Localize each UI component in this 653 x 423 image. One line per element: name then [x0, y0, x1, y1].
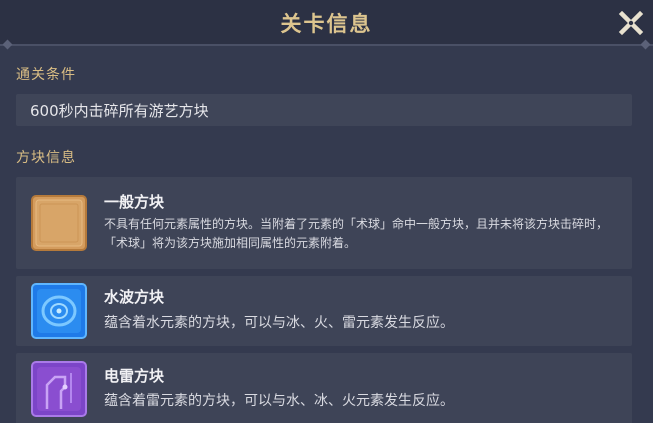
clear-condition-label: 通关条件 [16, 67, 76, 83]
panel-header: 关卡信息 [0, 0, 653, 44]
block-card-electro: 电雷方块 蕴含着雷元素的方块，可以与水、冰、火元素发生反应。 [16, 353, 632, 423]
panel-title: 关卡信息 [280, 12, 373, 36]
clear-condition-box: 600秒内击碎所有游艺方块 [16, 94, 632, 126]
block-name: 水波方块 [104, 288, 165, 306]
block-description: 蕴含着雷元素的方块，可以与水、冰、火元素发生反应。 [104, 393, 454, 409]
header-divider [0, 44, 653, 46]
block-name: 电雷方块 [104, 367, 165, 385]
block-card-ordinary: 一般方块 不具有任何元素属性的方块。当附着了元素的「术球」命中一般方块，且并未将… [16, 177, 632, 269]
block-description: 蕴含着水元素的方块，可以与冰、火、雷元素发生反应。 [104, 315, 454, 331]
block-name: 一般方块 [104, 193, 165, 211]
clear-condition-text: 600秒内击碎所有游艺方块 [30, 102, 209, 120]
close-button[interactable] [617, 9, 645, 37]
block-description: 不具有任何元素属性的方块。当附着了元素的「术球」命中一般方块，且并未将该方块击碎… [104, 217, 609, 250]
level-info-panel: 关卡信息 通关条件 600秒内击碎所有游艺方块 方块信息 一般方块 不具有任何元… [0, 0, 653, 423]
block-card-hydro: 水波方块 蕴含着水元素的方块，可以与冰、火、雷元素发生反应。 [16, 276, 632, 346]
electro-block-icon [31, 361, 87, 417]
block-info-label: 方块信息 [16, 150, 76, 166]
hydro-block-icon [31, 283, 87, 339]
close-icon [618, 10, 644, 36]
ordinary-block-icon [31, 195, 87, 251]
